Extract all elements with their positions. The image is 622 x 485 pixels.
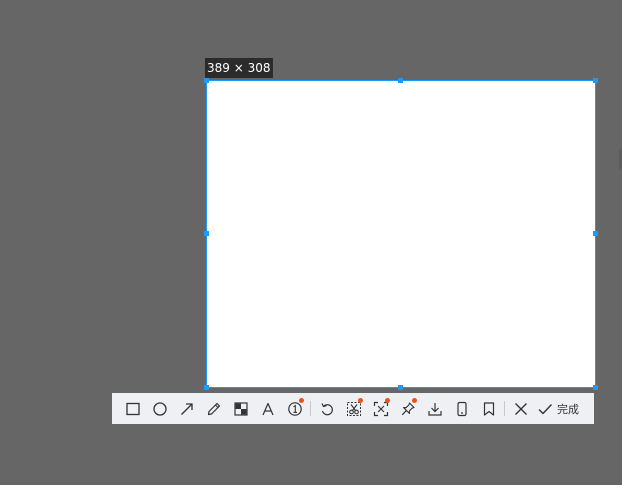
pencil-icon	[207, 402, 220, 415]
selection-size-label: 389 × 308	[205, 58, 273, 78]
toolbar-divider	[504, 401, 505, 416]
capture-selection-area[interactable]	[204, 78, 598, 390]
toolbar-divider	[310, 401, 311, 416]
scissors-tool-button[interactable]	[340, 393, 367, 424]
rectangle-tool-button[interactable]	[119, 393, 146, 424]
close-icon	[514, 402, 527, 415]
undo-icon	[320, 402, 333, 415]
bookmark-icon	[483, 401, 494, 416]
resize-handle-top-right[interactable]	[593, 78, 598, 83]
undo-button[interactable]	[313, 393, 340, 424]
resize-handle-bottom-left[interactable]	[204, 385, 209, 390]
cancel-button[interactable]	[507, 393, 534, 424]
ellipse-icon	[152, 401, 167, 416]
new-feature-dot	[299, 398, 304, 403]
rectangle-icon	[125, 402, 140, 415]
arrow-icon	[180, 402, 193, 415]
ellipse-tool-button[interactable]	[146, 393, 173, 424]
mosaic-tool-button[interactable]	[227, 393, 254, 424]
text-tool-button[interactable]	[254, 393, 281, 424]
resize-handle-top[interactable]	[398, 78, 403, 83]
new-feature-dot	[412, 398, 417, 403]
pencil-tool-button[interactable]	[200, 393, 227, 424]
ocr-scan-tool-button[interactable]	[367, 393, 394, 424]
text-icon	[261, 402, 274, 415]
pin-tool-button[interactable]	[394, 393, 421, 424]
new-feature-dot	[358, 398, 363, 403]
done-button[interactable]: 完成	[534, 393, 583, 424]
number-marker-tool-button[interactable]	[281, 393, 308, 424]
arrow-tool-button[interactable]	[173, 393, 200, 424]
send-to-phone-button[interactable]	[448, 393, 475, 424]
phone-icon	[456, 401, 467, 416]
resize-handle-top-left[interactable]	[204, 78, 209, 83]
bookmark-button[interactable]	[475, 393, 502, 424]
done-button-label: 完成	[557, 402, 579, 416]
resize-handle-bottom[interactable]	[398, 385, 403, 390]
download-icon	[427, 402, 442, 416]
resize-handle-right[interactable]	[593, 231, 598, 236]
new-feature-dot	[385, 398, 390, 403]
mosaic-icon	[233, 401, 248, 416]
screenshot-toolbar: 完成	[112, 393, 594, 424]
download-button[interactable]	[421, 393, 448, 424]
check-icon	[538, 403, 553, 414]
resize-handle-bottom-right[interactable]	[593, 385, 598, 390]
resize-handle-left[interactable]	[204, 231, 209, 236]
